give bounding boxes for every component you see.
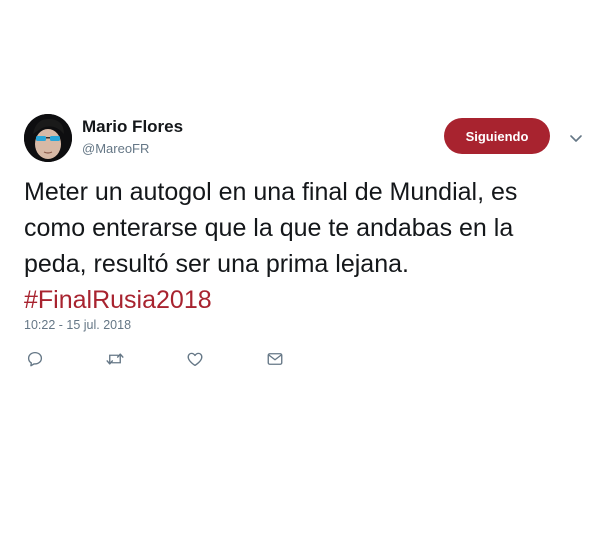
- direct-message-icon[interactable]: [264, 348, 286, 370]
- tweet-text: Meter un autogol en una final de Mundial…: [24, 174, 594, 318]
- author-name[interactable]: Mario Flores: [82, 117, 183, 137]
- reply-icon[interactable]: [24, 348, 46, 370]
- tweet-text-line: peda, resultó ser una prima lejana.: [24, 250, 409, 278]
- tweet-timestamp[interactable]: 10:22 - 15 jul. 2018: [24, 318, 131, 332]
- author-handle[interactable]: @MareoFR: [82, 141, 149, 156]
- hashtag-link[interactable]: #FinalRusia2018: [24, 282, 594, 318]
- chevron-down-icon[interactable]: [568, 130, 584, 146]
- like-icon[interactable]: [184, 348, 206, 370]
- retweet-icon[interactable]: [104, 348, 126, 370]
- avatar[interactable]: [24, 114, 72, 162]
- tweet-text-line: Meter un autogol en una final de Mundial…: [24, 178, 518, 206]
- tweet-text-line: como enterarse que la que te andabas en …: [24, 214, 514, 242]
- tweet-card: Mario Flores @MareoFR Siguiendo Meter un…: [0, 0, 605, 534]
- following-button[interactable]: Siguiendo: [444, 118, 550, 154]
- tweet-actions: [0, 348, 605, 372]
